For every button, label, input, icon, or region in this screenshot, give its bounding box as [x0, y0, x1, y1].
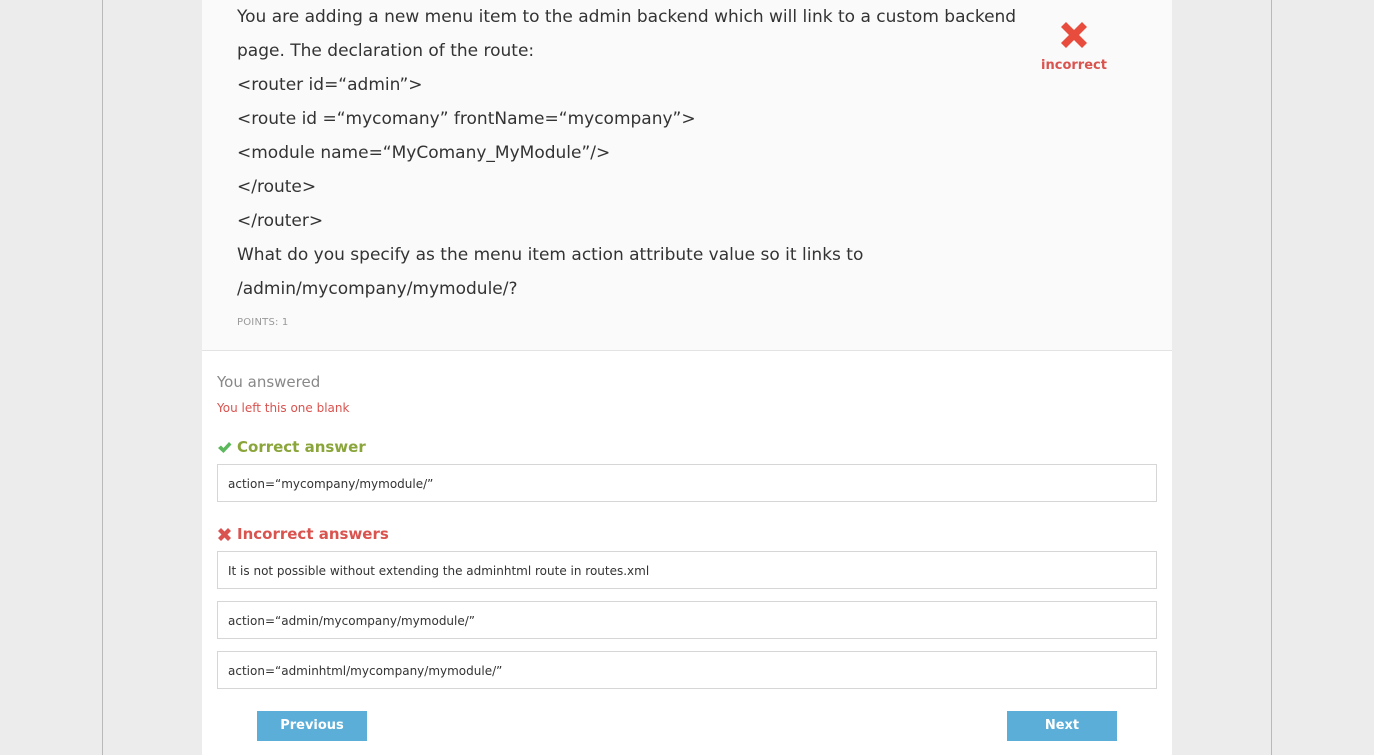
you-answered-heading: You answered [217, 373, 321, 391]
question-line: What do you specify as the menu item act… [237, 245, 864, 265]
question-card: You are adding a new menu item to the ad… [202, 0, 1172, 351]
incorrect-answers-label: Incorrect answers [237, 525, 389, 543]
x-icon [1061, 22, 1087, 48]
question-line: </route> [237, 177, 317, 197]
question-line: You are adding a new menu item to the ad… [237, 7, 1017, 27]
check-icon [218, 441, 232, 453]
next-button[interactable]: Next [1007, 711, 1117, 741]
incorrect-answer-option: action=“adminhtml/mycompany/mymodule/” [217, 651, 1157, 689]
result-label: incorrect [1041, 58, 1107, 73]
question-line: /admin/mycompany/mymodule/? [237, 279, 518, 299]
incorrect-answer-option: It is not possible without extending the… [217, 551, 1157, 589]
question-line: page. The declaration of the route: [237, 41, 535, 61]
question-text: You are adding a new menu item to the ad… [237, 0, 1017, 306]
question-line: <module name=“MyComany_MyModule”/> [237, 143, 611, 163]
x-icon [218, 527, 231, 541]
question-line: <route id =“mycomany” frontName=“mycompa… [237, 109, 696, 129]
correct-answer-option: action=“mycompany/mymodule/” [217, 464, 1157, 502]
correct-answer-label: Correct answer [237, 438, 366, 456]
result-status: incorrect [1024, 18, 1124, 73]
blank-answer-note: You left this one blank [217, 401, 350, 415]
previous-button[interactable]: Previous [257, 711, 367, 741]
question-line: <router id=“admin”> [237, 75, 423, 95]
incorrect-answer-option: action=“admin/mycompany/mymodule/” [217, 601, 1157, 639]
incorrect-answers-heading: Incorrect answers [217, 525, 389, 543]
correct-answer-heading: Correct answer [217, 438, 366, 456]
points-label: POINTS: 1 [237, 317, 289, 328]
question-line: </router> [237, 211, 324, 231]
